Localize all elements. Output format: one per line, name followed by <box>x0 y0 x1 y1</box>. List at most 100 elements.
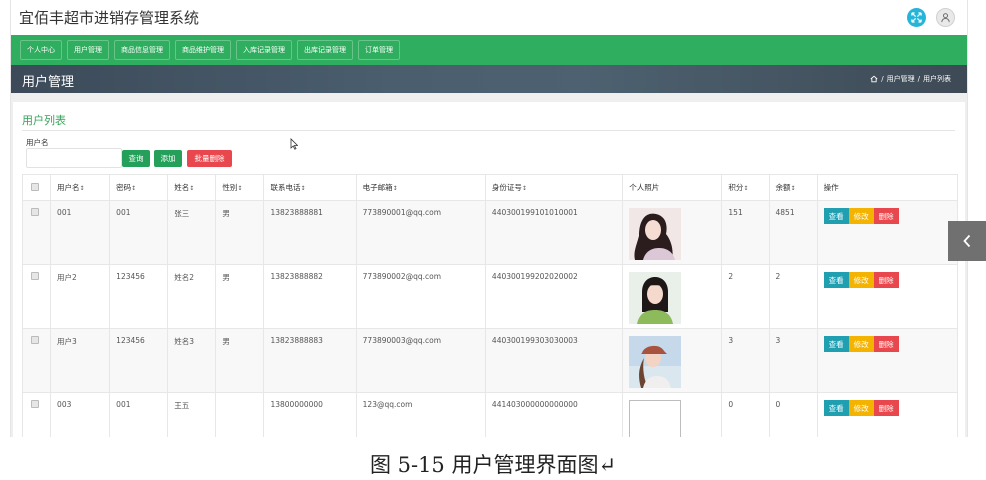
cell-phone: 13823888881 <box>263 200 357 265</box>
cell-name: 姓名2 <box>167 264 217 329</box>
column-header-1[interactable]: 密码↕ <box>109 174 169 201</box>
delete-button[interactable]: 删除 <box>873 272 899 288</box>
column-header-4[interactable]: 联系电话↕ <box>263 174 357 201</box>
cell-balance: 0 <box>768 392 818 437</box>
column-header-8[interactable]: 积分↕ <box>721 174 770 201</box>
home-icon[interactable] <box>870 75 878 83</box>
query-button[interactable]: 查询 <box>122 150 150 167</box>
select-all-cell <box>21 174 52 201</box>
breadcrumb: / 用户管理 / 用户列表 <box>870 74 951 84</box>
cell-points: 3 <box>721 328 770 393</box>
edit-button[interactable]: 修改 <box>848 400 874 416</box>
nav-item-3[interactable]: 商品维护管理 <box>175 40 231 60</box>
user-photo[interactable] <box>629 208 715 260</box>
view-button[interactable]: 查看 <box>823 208 849 224</box>
breadcrumb-item-users[interactable]: 用户管理 <box>887 74 915 84</box>
row-select-cell <box>21 200 52 265</box>
nav-item-label: 订单管理 <box>365 46 393 54</box>
sort-icon[interactable]: ↕ <box>791 185 796 192</box>
column-header-9[interactable]: 余额↕ <box>768 174 818 201</box>
sort-icon[interactable]: ↕ <box>80 185 85 192</box>
edit-button[interactable]: 修改 <box>848 336 874 352</box>
edit-button[interactable]: 修改 <box>848 272 874 288</box>
batch-delete-button[interactable]: 批量删除 <box>187 150 232 167</box>
sort-icon[interactable]: ↕ <box>189 185 194 192</box>
sort-icon[interactable]: ↕ <box>131 185 136 192</box>
row-select-cell <box>21 264 52 329</box>
sort-icon[interactable]: ↕ <box>743 185 748 192</box>
delete-button[interactable]: 删除 <box>873 208 899 224</box>
sort-icon[interactable]: ↕ <box>237 185 242 192</box>
row-actions: 查看 修改 删除 <box>823 272 951 288</box>
cell-name: 王五 <box>167 392 217 437</box>
edit-button[interactable]: 修改 <box>848 208 874 224</box>
cell-points: 0 <box>721 392 770 437</box>
table-row: 003 001 王五 13800000000 123@qq.com 44140300000… <box>21 392 959 437</box>
user-photo[interactable] <box>629 400 715 437</box>
side-panel-toggle[interactable] <box>948 221 986 261</box>
fullscreen-icon[interactable] <box>907 8 926 27</box>
user-photo[interactable] <box>629 272 715 324</box>
column-header-label: 积分 <box>728 183 744 192</box>
column-header-6[interactable]: 身份证号↕ <box>484 174 624 201</box>
page-title: 用户管理 <box>22 75 75 90</box>
delete-button[interactable]: 删除 <box>873 400 899 416</box>
column-header-label: 个人照片 <box>629 183 660 192</box>
table-row: 用户3 123456 姓名3 男 13823888883 773890003@qq.com… <box>21 328 959 393</box>
cell-password: 123456 <box>109 328 169 393</box>
column-header-5[interactable]: 电子邮箱↕ <box>355 174 486 201</box>
cell-photo <box>622 264 723 329</box>
sort-icon[interactable]: ↕ <box>300 185 305 192</box>
column-header-3[interactable]: 性别↕ <box>215 174 265 201</box>
cell-username: 用户2 <box>50 264 111 329</box>
top-bar: 宜佰丰超市进销存管理系统 <box>11 0 967 35</box>
table-header-row: 用户名↕ 密码↕ 姓名↕ 性别↕ 联系电话↕ 电子邮箱↕ 身份证号↕ 个人照片 积分↕ 余额↕ 操作 <box>21 174 959 201</box>
nav-item-5[interactable]: 出库记录管理 <box>297 40 353 60</box>
cell-gender: 男 <box>215 264 265 329</box>
main-nav: 个人中心 用户管理 商品信息管理 商品维护管理 入库记录管理 出库记录管理 订单管理 <box>11 35 967 65</box>
row-checkbox[interactable] <box>31 208 39 216</box>
row-checkbox[interactable] <box>31 272 39 280</box>
cell-photo <box>622 392 723 437</box>
cell-phone: 13823888883 <box>263 328 357 393</box>
column-header-label: 联系电话 <box>270 183 301 192</box>
table-row: 001 001 张三男 13823888881 773890001@qq.com 4403… <box>21 200 959 265</box>
user-avatar-icon[interactable] <box>936 8 955 27</box>
column-header-0[interactable]: 用户名↕ <box>50 174 111 201</box>
row-select-cell <box>21 328 52 393</box>
sort-icon[interactable]: ↕ <box>522 185 527 192</box>
user-list-panel: 用户列表 用户名 查询 添加 批量删除 用户名↕ 密码↕ 姓名↕ 性别↕ 联系电话↕ 电子… <box>13 102 965 437</box>
breadcrumb-separator: / <box>881 75 884 83</box>
cell-gender: 男 <box>215 328 265 393</box>
column-header-label: 操作 <box>823 183 839 192</box>
cell-points: 2 <box>721 264 770 329</box>
add-button[interactable]: 添加 <box>154 150 182 167</box>
nav-item-2[interactable]: 商品信息管理 <box>114 40 170 60</box>
user-photo[interactable] <box>629 336 715 388</box>
nav-item-6[interactable]: 订单管理 <box>358 40 400 60</box>
cell-id_number: 441403000000000000 <box>484 392 624 437</box>
view-button[interactable]: 查看 <box>823 336 849 352</box>
cell-gender <box>215 392 265 437</box>
row-checkbox[interactable] <box>31 400 39 408</box>
cell-photo <box>622 328 723 393</box>
nav-item-1[interactable]: 用户管理 <box>67 40 109 60</box>
sort-icon[interactable]: ↕ <box>393 185 398 192</box>
delete-button[interactable]: 删除 <box>873 336 899 352</box>
view-button[interactable]: 查看 <box>823 400 849 416</box>
cell-email: 773890001@qq.com <box>355 200 486 265</box>
nav-item-4[interactable]: 入库记录管理 <box>236 40 292 60</box>
cell-email: 773890002@qq.com <box>355 264 486 329</box>
row-actions: 查看 修改 删除 <box>823 400 951 416</box>
mouse-cursor-icon <box>290 138 298 150</box>
view-button[interactable]: 查看 <box>823 272 849 288</box>
column-header-2[interactable]: 姓名↕ <box>167 174 217 201</box>
row-checkbox[interactable] <box>31 336 39 344</box>
cell-actions: 查看 修改 删除 <box>816 200 959 265</box>
divider <box>22 130 955 131</box>
nav-item-0[interactable]: 个人中心 <box>20 40 62 60</box>
column-header-label: 身份证号 <box>491 183 522 192</box>
select-all-checkbox[interactable] <box>31 182 39 191</box>
username-search-input[interactable] <box>26 148 122 168</box>
column-header-label: 用户名 <box>57 183 80 192</box>
